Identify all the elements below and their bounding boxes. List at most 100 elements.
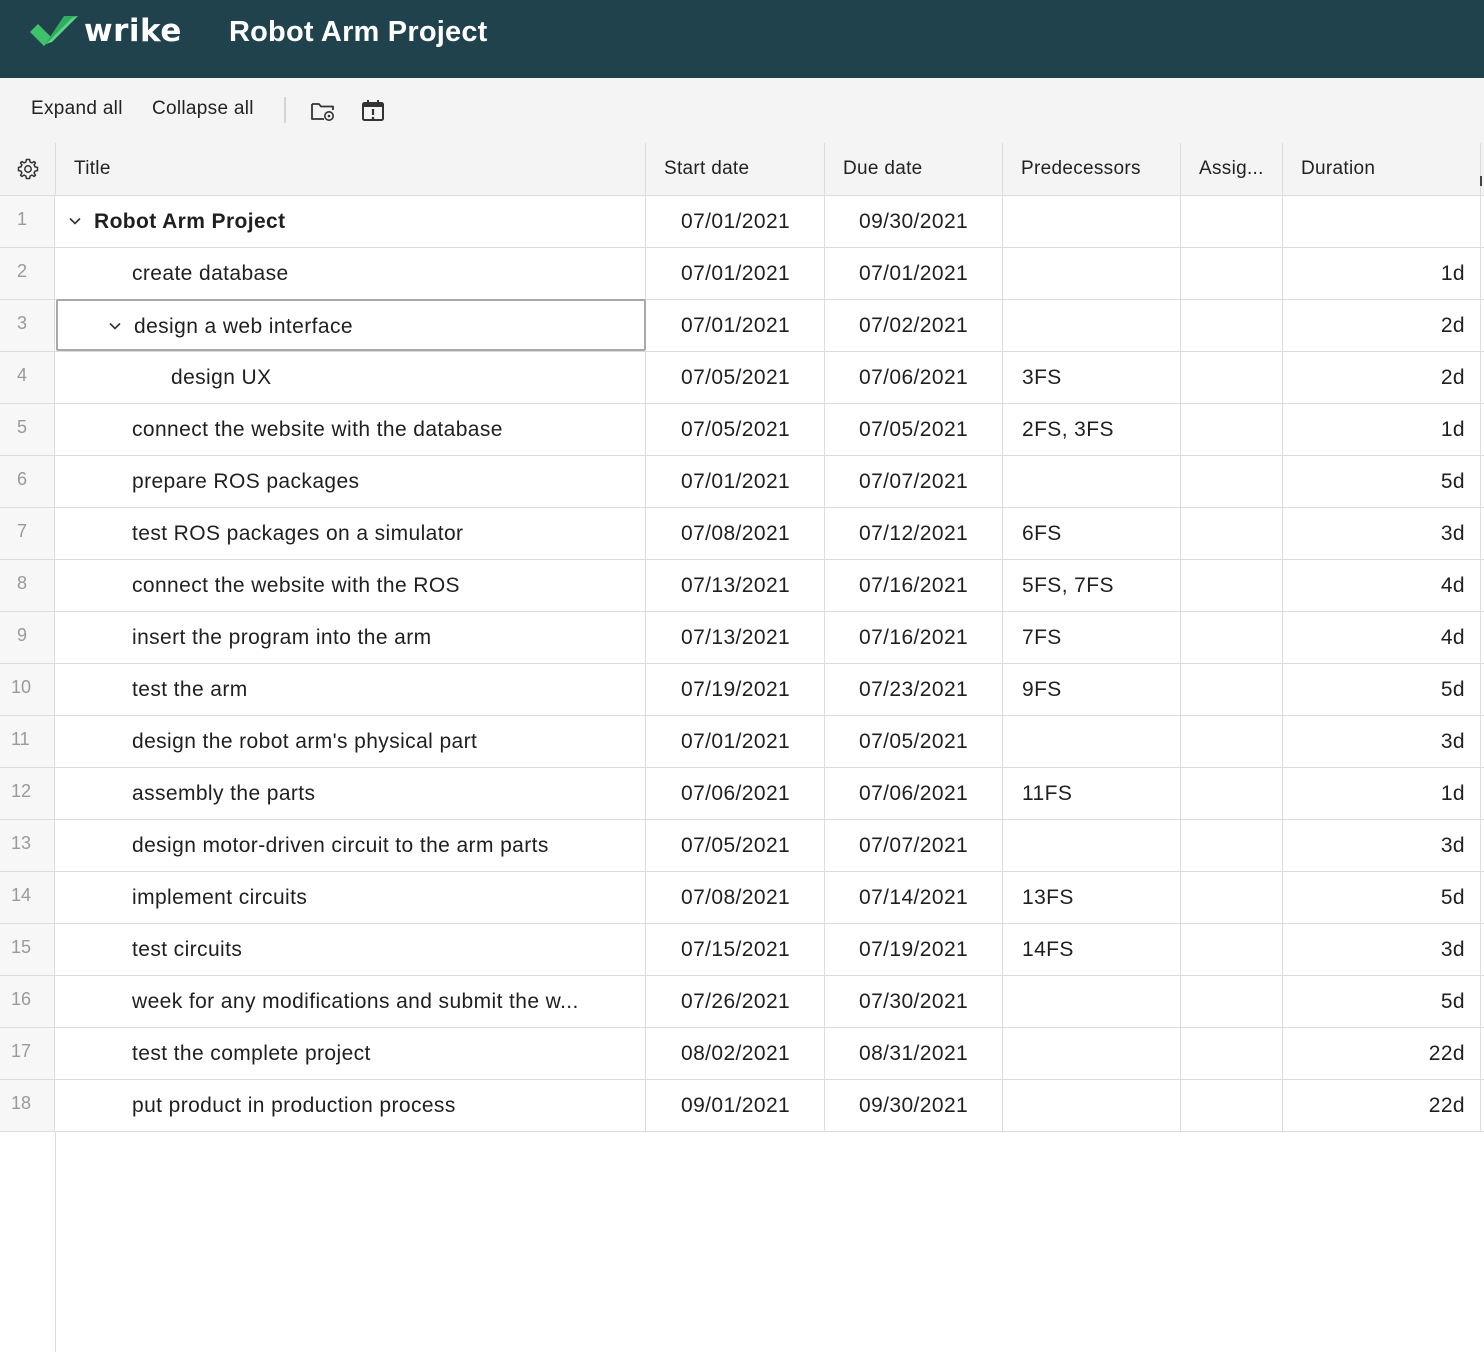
- assignee-cell[interactable]: [1181, 716, 1283, 767]
- start-date-cell[interactable]: 07/01/2021: [646, 456, 825, 507]
- duration-cell[interactable]: 4d: [1283, 612, 1481, 663]
- start-date-cell[interactable]: 07/13/2021: [646, 612, 825, 663]
- task-title-cell[interactable]: connect the website with the ROS: [56, 560, 646, 611]
- predecessors-cell[interactable]: 13FS: [1003, 872, 1181, 923]
- duration-cell[interactable]: 3d: [1283, 924, 1481, 975]
- due-date-cell[interactable]: 08/31/2021: [825, 1028, 1003, 1079]
- task-title-cell[interactable]: design the robot arm's physical part: [56, 716, 646, 767]
- table-row[interactable]: 12 assembly the parts 07/06/2021 07/06/2021…: [0, 768, 1484, 820]
- assignee-cell[interactable]: [1181, 872, 1283, 923]
- predecessors-cell[interactable]: [1003, 976, 1181, 1027]
- duration-cell[interactable]: 5d: [1283, 664, 1481, 715]
- wrike-logo[interactable]: wrike: [28, 12, 182, 52]
- table-row[interactable]: 1 Robot Arm Project 07/01/2021 09/30/2021: [0, 196, 1484, 248]
- task-title-cell[interactable]: Robot Arm Project: [56, 196, 646, 247]
- task-title-cell[interactable]: test circuits: [56, 924, 646, 975]
- due-date-cell[interactable]: 07/07/2021: [825, 820, 1003, 871]
- assignee-cell[interactable]: [1181, 924, 1283, 975]
- due-date-cell[interactable]: 07/16/2021: [825, 560, 1003, 611]
- predecessors-cell[interactable]: [1003, 1028, 1181, 1079]
- duration-cell[interactable]: 22d: [1283, 1028, 1481, 1079]
- start-date-cell[interactable]: 07/15/2021: [646, 924, 825, 975]
- column-resize-handle[interactable]: [1480, 176, 1482, 186]
- duration-cell[interactable]: 5d: [1283, 976, 1481, 1027]
- due-date-cell[interactable]: 07/19/2021: [825, 924, 1003, 975]
- table-row[interactable]: 9 insert the program into the arm 07/13/20…: [0, 612, 1484, 664]
- task-title-cell[interactable]: put product in production process: [56, 1080, 646, 1131]
- duration-cell[interactable]: 3d: [1283, 820, 1481, 871]
- task-title-cell[interactable]: implement circuits: [56, 872, 646, 923]
- start-date-cell[interactable]: 07/06/2021: [646, 768, 825, 819]
- task-title-cell[interactable]: create database: [56, 248, 646, 299]
- duration-cell[interactable]: 3d: [1283, 508, 1481, 559]
- start-date-cell[interactable]: 08/02/2021: [646, 1028, 825, 1079]
- duration-cell[interactable]: 1d: [1283, 768, 1481, 819]
- predecessors-cell[interactable]: 5FS, 7FS: [1003, 560, 1181, 611]
- task-title-cell[interactable]: prepare ROS packages: [56, 456, 646, 507]
- predecessors-cell[interactable]: [1003, 456, 1181, 507]
- due-date-cell[interactable]: 07/05/2021: [825, 716, 1003, 767]
- assignee-cell[interactable]: [1181, 612, 1283, 663]
- table-row[interactable]: 16 week for any modifications and submit …: [0, 976, 1484, 1028]
- duration-cell[interactable]: [1283, 196, 1481, 247]
- due-date-cell[interactable]: 07/06/2021: [825, 352, 1003, 403]
- assignee-cell[interactable]: [1181, 664, 1283, 715]
- assignee-cell[interactable]: [1181, 508, 1283, 559]
- duration-cell[interactable]: 3d: [1283, 716, 1481, 767]
- table-row[interactable]: 7 test ROS packages on a simulator 07/08/2…: [0, 508, 1484, 560]
- predecessors-cell[interactable]: [1003, 716, 1181, 767]
- start-date-cell[interactable]: 07/13/2021: [646, 560, 825, 611]
- due-date-cell[interactable]: 07/12/2021: [825, 508, 1003, 559]
- column-header-title[interactable]: Title: [56, 143, 646, 195]
- assignee-cell[interactable]: [1181, 1080, 1283, 1131]
- expand-all-button[interactable]: Expand all: [31, 98, 123, 120]
- task-title-cell[interactable]: connect the website with the database: [56, 404, 646, 455]
- assignee-cell[interactable]: [1181, 768, 1283, 819]
- chevron-down-icon[interactable]: [108, 319, 122, 333]
- predecessors-cell[interactable]: 2FS, 3FS: [1003, 404, 1181, 455]
- column-header-duration[interactable]: Duration: [1283, 143, 1481, 195]
- due-date-cell[interactable]: 07/16/2021: [825, 612, 1003, 663]
- predecessors-cell[interactable]: 7FS: [1003, 612, 1181, 663]
- task-title-cell[interactable]: test the arm: [56, 664, 646, 715]
- start-date-cell[interactable]: 07/01/2021: [646, 196, 825, 247]
- assignee-cell[interactable]: [1181, 456, 1283, 507]
- table-row[interactable]: 8 connect the website with the ROS 07/13/2…: [0, 560, 1484, 612]
- start-date-cell[interactable]: 07/05/2021: [646, 352, 825, 403]
- table-row[interactable]: 15 test circuits 07/15/2021 07/19/2021 14FS 3…: [0, 924, 1484, 976]
- assignee-cell[interactable]: [1181, 976, 1283, 1027]
- task-title-cell[interactable]: test the complete project: [56, 1028, 646, 1079]
- predecessors-cell[interactable]: 11FS: [1003, 768, 1181, 819]
- calendar-alert-icon[interactable]: [359, 97, 387, 125]
- table-row[interactable]: 2 create database 07/01/2021 07/01/2021 1d: [0, 248, 1484, 300]
- predecessors-cell[interactable]: [1003, 1080, 1181, 1131]
- task-title-cell[interactable]: week for any modifications and submit th…: [56, 976, 646, 1027]
- assignee-cell[interactable]: [1181, 404, 1283, 455]
- due-date-cell[interactable]: 07/07/2021: [825, 456, 1003, 507]
- table-row[interactable]: 17 test the complete project 08/02/2021 08/…: [0, 1028, 1484, 1080]
- start-date-cell[interactable]: 07/01/2021: [646, 716, 825, 767]
- start-date-cell[interactable]: 07/08/2021: [646, 872, 825, 923]
- due-date-cell[interactable]: 07/14/2021: [825, 872, 1003, 923]
- table-row[interactable]: 11 design the robot arm's physical part 07…: [0, 716, 1484, 768]
- duration-cell[interactable]: 22d: [1283, 1080, 1481, 1131]
- table-row[interactable]: 13 design motor-driven circuit to the arm…: [0, 820, 1484, 872]
- assignee-cell[interactable]: [1181, 1028, 1283, 1079]
- duration-cell[interactable]: 4d: [1283, 560, 1481, 611]
- start-date-cell[interactable]: 07/26/2021: [646, 976, 825, 1027]
- task-title-cell[interactable]: test ROS packages on a simulator: [56, 508, 646, 559]
- assignee-cell[interactable]: [1181, 248, 1283, 299]
- task-title-cell[interactable]: assembly the parts: [56, 768, 646, 819]
- due-date-cell[interactable]: 07/30/2021: [825, 976, 1003, 1027]
- task-title-cell[interactable]: design UX: [56, 352, 646, 403]
- chevron-down-icon[interactable]: [68, 214, 82, 228]
- predecessors-cell[interactable]: 3FS: [1003, 352, 1181, 403]
- start-date-cell[interactable]: 07/05/2021: [646, 404, 825, 455]
- column-header-predecessors[interactable]: Predecessors: [1003, 143, 1181, 195]
- duration-cell[interactable]: 5d: [1283, 456, 1481, 507]
- due-date-cell[interactable]: 09/30/2021: [825, 1080, 1003, 1131]
- folder-settings-icon[interactable]: [309, 97, 337, 125]
- due-date-cell[interactable]: 07/23/2021: [825, 664, 1003, 715]
- table-row[interactable]: 14 implement circuits 07/08/2021 07/14/2021…: [0, 872, 1484, 924]
- predecessors-cell[interactable]: [1003, 196, 1181, 247]
